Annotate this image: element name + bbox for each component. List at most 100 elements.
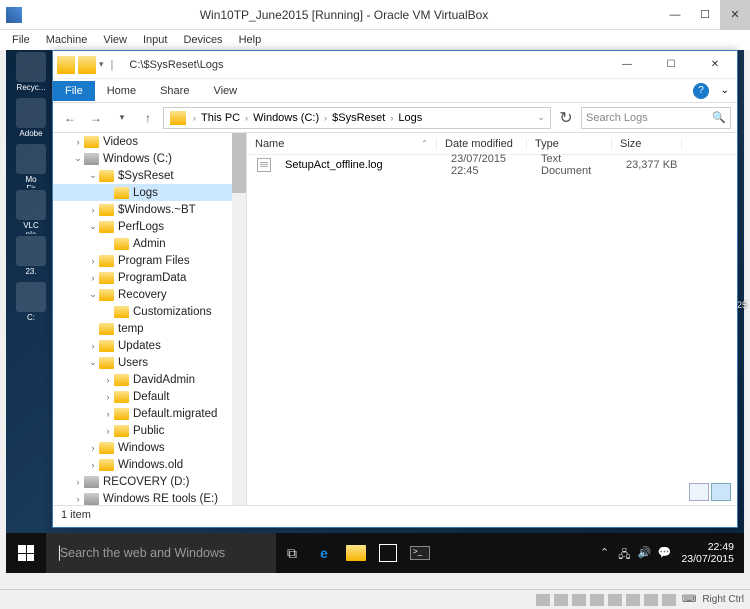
tree-twisty-icon[interactable]: › xyxy=(87,256,99,266)
folder-tree[interactable]: ›Videos⌄Windows (C:)⌄$SysResetLogs›$Wind… xyxy=(53,133,247,505)
column-name[interactable]: Name⌃ xyxy=(247,138,437,150)
breadcrumb-dropdown-icon[interactable]: ⌄ xyxy=(534,112,548,123)
tree-node[interactable]: ›RECOVERY (D:) xyxy=(53,473,246,490)
tab-home[interactable]: Home xyxy=(95,81,148,101)
tree-node[interactable]: Logs xyxy=(53,184,246,201)
desktop-icon[interactable]: Adobe xyxy=(10,98,52,142)
desktop-icon[interactable]: C: xyxy=(10,282,52,326)
tree-twisty-icon[interactable]: › xyxy=(102,426,114,436)
store-button[interactable] xyxy=(372,533,404,573)
vb-status-icon[interactable] xyxy=(662,594,676,606)
tree-node[interactable]: ›Public xyxy=(53,422,246,439)
qat-icon[interactable] xyxy=(78,56,96,74)
taskbar-clock[interactable]: 22:49 23/07/2015 xyxy=(677,541,738,565)
tree-node[interactable]: Customizations xyxy=(53,303,246,320)
tab-file[interactable]: File xyxy=(53,81,95,101)
taskbar-search-input[interactable]: │Search the web and Windows xyxy=(46,533,276,573)
breadcrumb-segment[interactable]: Logs xyxy=(396,112,424,124)
tree-twisty-icon[interactable]: ⌄ xyxy=(87,170,99,181)
vb-status-icon[interactable] xyxy=(572,594,586,606)
vb-menu-machine[interactable]: Machine xyxy=(38,32,96,48)
vb-menu-view[interactable]: View xyxy=(95,32,135,48)
tree-node[interactable]: ›Updates xyxy=(53,337,246,354)
refresh-button[interactable]: ↻ xyxy=(555,108,577,128)
tab-share[interactable]: Share xyxy=(148,81,201,101)
tree-twisty-icon[interactable]: › xyxy=(102,375,114,385)
vb-status-icon[interactable] xyxy=(608,594,622,606)
view-large-icons-button[interactable] xyxy=(689,483,709,501)
tree-node[interactable]: ⌄Users xyxy=(53,354,246,371)
qat-dropdown-icon[interactable]: ▾ xyxy=(99,59,104,70)
breadcrumb[interactable]: › This PC› Windows (C:)› $SysReset› Logs… xyxy=(163,107,551,129)
vb-status-icon[interactable] xyxy=(626,594,640,606)
tree-node[interactable]: ›Default xyxy=(53,388,246,405)
maximize-button[interactable]: ☐ xyxy=(649,51,693,79)
system-tray[interactable]: ⌃ 🖧 🔊 💬 22:49 23/07/2015 xyxy=(591,541,744,565)
close-button[interactable]: ✕ xyxy=(693,51,737,79)
tree-node[interactable]: ›Windows xyxy=(53,439,246,456)
vb-menu-file[interactable]: File xyxy=(4,32,38,48)
column-date[interactable]: Date modified xyxy=(437,138,527,150)
history-dropdown-icon[interactable]: ▾ xyxy=(111,107,133,129)
tray-notifications-icon[interactable]: 💬 xyxy=(657,546,671,560)
vb-menu-help[interactable]: Help xyxy=(231,32,270,48)
column-size[interactable]: Size xyxy=(612,138,682,150)
tree-twisty-icon[interactable]: › xyxy=(102,409,114,419)
vb-status-icon[interactable] xyxy=(536,594,550,606)
tree-twisty-icon[interactable]: › xyxy=(87,273,99,283)
breadcrumb-segment[interactable]: $SysReset xyxy=(330,112,387,124)
tree-node[interactable]: ⌄PerfLogs xyxy=(53,218,246,235)
tree-twisty-icon[interactable]: ⌄ xyxy=(87,289,99,300)
edge-browser-button[interactable]: e xyxy=(308,533,340,573)
task-view-button[interactable]: ⧉ xyxy=(276,533,308,573)
tree-node[interactable]: ›Videos xyxy=(53,133,246,150)
tree-node[interactable]: ⌄Windows (C:) xyxy=(53,150,246,167)
desktop-icon[interactable]: MoFir xyxy=(10,144,52,188)
tray-volume-icon[interactable]: 🔊 xyxy=(637,546,651,560)
tree-twisty-icon[interactable]: › xyxy=(102,392,114,402)
tray-chevron-icon[interactable]: ⌃ xyxy=(597,546,611,560)
terminal-button[interactable]: >_ xyxy=(404,533,436,573)
file-list[interactable]: SetupAct_offline.log23/07/2015 22:45Text… xyxy=(247,155,737,505)
forward-button[interactable]: → xyxy=(85,107,107,129)
file-row[interactable]: SetupAct_offline.log23/07/2015 22:45Text… xyxy=(247,155,737,175)
tree-node[interactable]: ›Program Files xyxy=(53,252,246,269)
tree-node[interactable]: ⌄$SysReset xyxy=(53,167,246,184)
tree-twisty-icon[interactable]: › xyxy=(87,341,99,351)
scrollbar-thumb[interactable] xyxy=(232,133,246,193)
vb-menu-input[interactable]: Input xyxy=(135,32,175,48)
tree-node[interactable]: temp xyxy=(53,320,246,337)
vb-maximize-button[interactable]: ☐ xyxy=(690,0,720,30)
back-button[interactable]: ← xyxy=(59,107,81,129)
explorer-titlebar[interactable]: ▾ | C:\$SysReset\Logs — ☐ ✕ xyxy=(53,51,737,79)
minimize-button[interactable]: — xyxy=(605,51,649,79)
search-input[interactable]: Search Logs 🔍 xyxy=(581,107,731,129)
column-type[interactable]: Type xyxy=(527,138,612,150)
tab-view[interactable]: View xyxy=(201,81,249,101)
desktop-icon[interactable]: 23. xyxy=(10,236,52,280)
tree-node[interactable]: ⌄Recovery xyxy=(53,286,246,303)
vb-close-button[interactable]: ✕ xyxy=(720,0,750,30)
tree-node[interactable]: ›Default.migrated xyxy=(53,405,246,422)
tree-node[interactable]: ›ProgramData xyxy=(53,269,246,286)
tree-twisty-icon[interactable]: › xyxy=(72,494,84,504)
start-button[interactable] xyxy=(6,533,46,573)
tree-node[interactable]: Admin xyxy=(53,235,246,252)
view-details-button[interactable] xyxy=(711,483,731,501)
up-button[interactable]: ↑ xyxy=(137,107,159,129)
tree-twisty-icon[interactable]: › xyxy=(72,477,84,487)
help-icon[interactable]: ? xyxy=(693,83,709,99)
breadcrumb-segment[interactable]: Windows (C:) xyxy=(251,112,321,124)
tree-twisty-icon[interactable]: › xyxy=(87,443,99,453)
tree-twisty-icon[interactable]: › xyxy=(87,205,99,215)
vb-status-icon[interactable] xyxy=(644,594,658,606)
vb-status-icon[interactable] xyxy=(590,594,604,606)
vb-menu-devices[interactable]: Devices xyxy=(175,32,230,48)
desktop-icon-recycle-bin[interactable]: Recyc... xyxy=(10,52,52,96)
vb-minimize-button[interactable]: — xyxy=(660,0,690,30)
tree-twisty-icon[interactable]: ⌄ xyxy=(87,221,99,232)
file-explorer-button[interactable] xyxy=(340,533,372,573)
vb-status-icon[interactable] xyxy=(554,594,568,606)
tree-node[interactable]: ›Windows RE tools (E:) xyxy=(53,490,246,505)
tree-node[interactable]: ›DavidAdmin xyxy=(53,371,246,388)
